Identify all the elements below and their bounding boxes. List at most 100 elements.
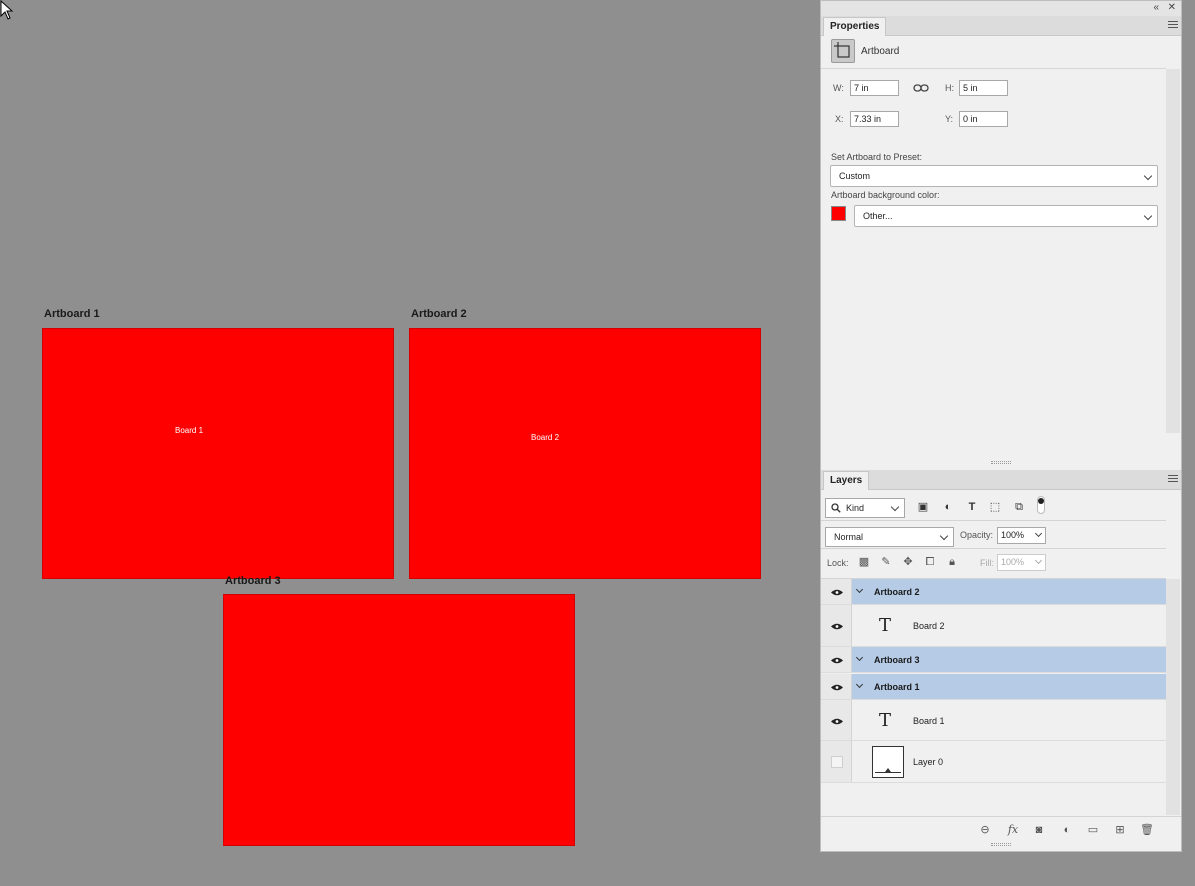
layer-row-board-2[interactable]: T Board 2 [821,605,1166,647]
layer-row-layer-0[interactable]: Layer 0 [821,741,1166,783]
panel-dock: « ✕ Properties Artboard W: 7 in H: 5 in … [820,0,1182,852]
shape-filter-icon[interactable]: ⬚ [988,500,1002,514]
width-label: W: [833,83,844,93]
preset-dropdown[interactable]: Custom [830,165,1158,187]
mouse-cursor-icon [0,0,14,20]
panel-resize-grip[interactable] [991,461,1011,464]
layers-tab-row: Layers [821,470,1181,490]
visibility-toggle[interactable] [821,647,852,672]
visibility-toggle[interactable] [821,700,852,740]
background-color-value: Other... [863,211,893,221]
layers-menu-icon[interactable] [1168,475,1178,484]
link-dimensions-icon[interactable] [913,83,929,93]
fx-icon[interactable]: fx [1006,823,1020,837]
adjustment-filter-icon[interactable]: ◐ [941,500,955,514]
tab-layers[interactable]: Layers [823,471,870,490]
chevron-down-icon [1143,211,1153,221]
add-mask-icon[interactable]: ◙ [1032,823,1046,837]
opacity-field[interactable]: 100% [997,527,1046,544]
smart-object-filter-icon[interactable]: ⧉ [1012,500,1026,514]
layer-row-artboard-2[interactable]: Artboard 2 [821,579,1166,605]
height-field[interactable]: 5 in [959,80,1008,96]
y-label: Y: [945,114,954,124]
dock-topbar: « ✕ [821,1,1181,16]
layer-thumbnail [872,746,904,778]
image-filter-icon[interactable]: ▣ [916,500,930,514]
filter-toggle[interactable] [1037,496,1045,514]
background-color-dropdown[interactable]: Other... [854,205,1158,227]
hidden-visibility-box [831,756,843,768]
layer-row-board-1[interactable]: T Board 1 [821,700,1166,741]
x-label: X: [835,114,844,124]
y-field[interactable]: 0 in [959,111,1008,127]
properties-kind-label: Artboard [861,46,900,57]
new-adjustment-icon[interactable]: ◐ [1060,823,1074,837]
chevron-down-icon [939,531,949,541]
layer-name: Artboard 3 [874,655,920,665]
visibility-toggle[interactable] [821,741,852,782]
blend-mode-value: Normal [834,532,864,542]
layers-scrollbar[interactable] [1166,579,1180,815]
layer-name: Artboard 2 [874,587,920,597]
chevron-down-icon[interactable] [855,680,864,689]
chevron-down-icon[interactable] [855,653,864,662]
fill-value: 100% [1001,557,1025,567]
background-color-label: Artboard background color: [831,190,940,200]
layer-row-artboard-1[interactable]: Artboard 1 [821,674,1166,700]
artboard-3[interactable] [223,594,575,846]
properties-menu-icon[interactable] [1168,21,1178,30]
layer-row-artboard-3[interactable]: Artboard 3 [821,647,1166,673]
fill-field[interactable]: 100% [997,554,1046,571]
lock-artboard-icon[interactable]: ⧠ [923,555,937,569]
lock-label: Lock: [827,558,849,568]
delete-icon[interactable]: 🗑︎ [1140,823,1154,837]
artboard-2-text[interactable]: Board 2 [531,433,559,442]
collapse-panels-icon[interactable]: « [1153,3,1159,13]
chevron-down-icon[interactable] [855,585,864,594]
layer-name: Board 2 [913,621,945,631]
properties-scrollbar[interactable] [1166,69,1180,433]
layer-name: Artboard 1 [874,682,920,692]
layer-name: Board 1 [913,716,945,726]
artboard-2-label[interactable]: Artboard 2 [411,308,467,320]
artboard-1-label[interactable]: Artboard 1 [44,308,100,320]
visibility-toggle[interactable] [821,579,852,604]
new-layer-icon[interactable]: ⊞ [1113,823,1127,837]
type-layer-icon: T [879,710,892,731]
new-group-icon[interactable]: ▭ [1086,823,1100,837]
lock-transparent-icon[interactable]: ▩ [857,555,871,569]
chevron-down-icon [890,502,900,512]
layer-name: Layer 0 [913,757,944,767]
blend-mode-dropdown[interactable]: Normal [825,527,954,547]
artboard-3-label[interactable]: Artboard 3 [225,575,281,587]
eye-icon [831,623,843,630]
tab-properties[interactable]: Properties [823,17,887,36]
chevron-down-icon [1034,529,1043,538]
filter-kind-dropdown[interactable]: Kind [825,498,905,518]
type-filter-icon[interactable]: T [965,500,979,514]
opacity-label: Opacity: [960,530,994,540]
background-color-swatch[interactable] [831,206,846,221]
artboard-2[interactable]: Board 2 [409,328,761,579]
width-field[interactable]: 7 in [850,80,899,96]
visibility-toggle[interactable] [821,674,852,699]
fill-label: Fill: [980,558,994,568]
preset-label: Set Artboard to Preset: [831,152,923,162]
close-panels-icon[interactable]: ✕ [1168,3,1176,13]
lock-position-icon[interactable]: ✥ [901,555,915,569]
eye-icon [831,657,843,664]
link-layers-icon[interactable]: ⊖ [978,823,992,837]
artboard-1-text[interactable]: Board 1 [175,426,203,435]
lock-all-icon[interactable]: 🔒︎ [945,555,959,569]
artboard-1[interactable]: Board 1 [42,328,394,579]
visibility-toggle[interactable] [821,605,852,646]
lock-paint-icon[interactable]: ✎ [879,555,893,569]
panel-resize-grip[interactable] [991,843,1011,846]
eye-icon [831,589,843,596]
x-field[interactable]: 7.33 in [850,111,899,127]
eye-icon [831,718,843,725]
opacity-value: 100% [1001,530,1025,540]
properties-tab-row: Properties [821,16,1181,36]
chevron-down-icon [1034,556,1043,565]
height-label: H: [945,83,954,93]
